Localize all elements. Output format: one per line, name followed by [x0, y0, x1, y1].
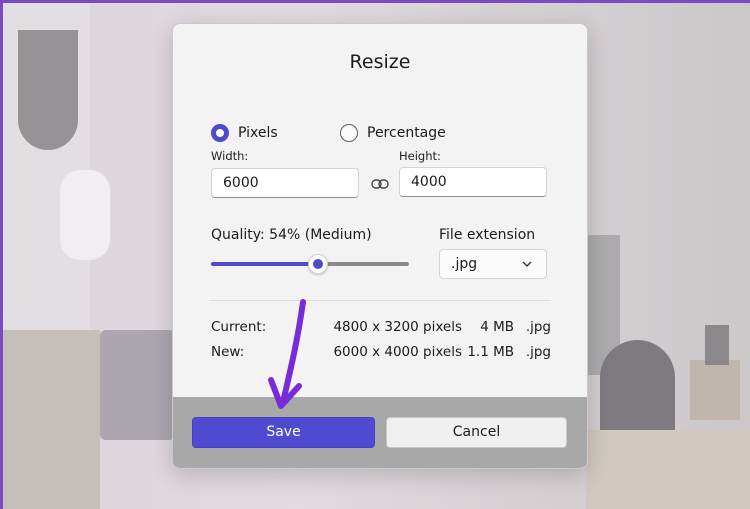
file-extension-select[interactable]: .jpg: [439, 249, 547, 279]
current-label: Current:: [211, 319, 267, 335]
file-extension-value: .jpg: [451, 256, 478, 272]
dialog-title: Resize: [349, 51, 411, 73]
new-dimensions: 6000 x 4000 pixels: [333, 344, 462, 360]
divider: [209, 300, 551, 301]
file-extension-label: File extension: [439, 227, 536, 243]
save-button[interactable]: Save: [192, 417, 375, 448]
top-accent-line: [0, 0, 750, 3]
height-input[interactable]: 4000: [399, 167, 547, 197]
pixels-radio-label: Pixels: [238, 125, 278, 141]
percentage-radio[interactable]: Percentage: [340, 124, 446, 142]
new-extension: .jpg: [525, 344, 551, 360]
new-label: New:: [211, 344, 245, 360]
current-size: 4 MB: [480, 319, 514, 335]
width-input[interactable]: 6000: [211, 168, 359, 198]
quality-slider[interactable]: [211, 254, 409, 274]
chevron-down-icon: [522, 261, 532, 267]
percentage-radio-label: Percentage: [367, 125, 446, 141]
resize-dialog: Resize Pixels Percentage Width: 6000 Hei…: [172, 23, 588, 469]
width-label: Width:: [211, 149, 249, 163]
radio-checked-icon: [211, 124, 229, 142]
current-dimensions: 4800 x 3200 pixels: [333, 319, 462, 335]
new-size: 1.1 MB: [467, 344, 514, 360]
radio-unchecked-icon: [340, 124, 358, 142]
height-label: Height:: [399, 149, 441, 163]
quality-label: Quality: 54% (Medium): [211, 227, 372, 243]
quality-slider-thumb[interactable]: [307, 254, 328, 274]
pixels-radio[interactable]: Pixels: [211, 124, 278, 142]
link-chain-icon[interactable]: [371, 177, 389, 191]
cancel-button[interactable]: Cancel: [386, 417, 567, 448]
left-accent-border: [0, 0, 3, 509]
quality-slider-fill: [211, 262, 318, 266]
current-extension: .jpg: [525, 319, 551, 335]
